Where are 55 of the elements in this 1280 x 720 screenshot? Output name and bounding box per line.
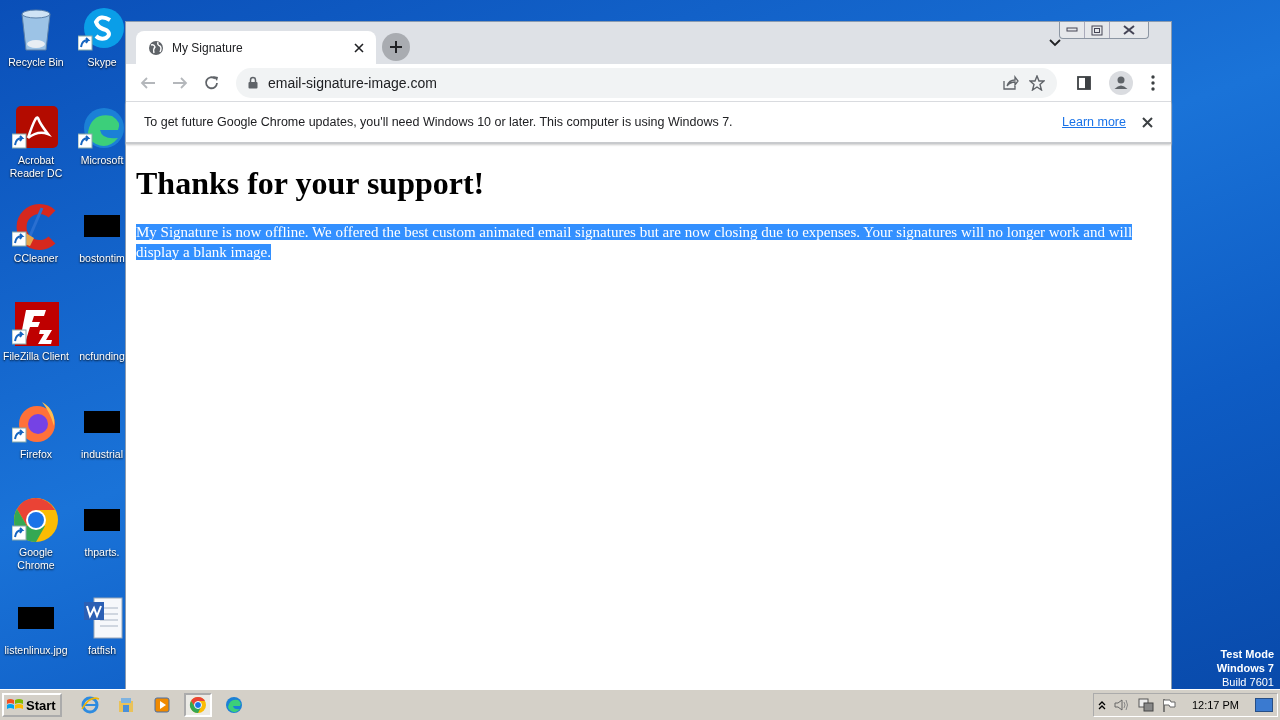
- menu-icon[interactable]: [1151, 74, 1155, 91]
- desktop-icon-label[interactable]: Recycle Bin: [8, 56, 64, 69]
- desktop-icon-label[interactable]: bostontim: [79, 252, 125, 265]
- redacted-thumbnail[interactable]: [18, 607, 54, 629]
- os-notice-text: Test Mode: [1220, 647, 1274, 661]
- profile-icon[interactable]: [1109, 70, 1133, 95]
- redacted-thumbnail[interactable]: [84, 215, 120, 237]
- pdf-app-icon[interactable]: [12, 104, 60, 152]
- desktop-icon-label[interactable]: Firefox: [19, 448, 53, 461]
- desktop-icon-label[interactable]: Google Chrome: [1, 546, 71, 572]
- chevron-down-icon[interactable]: [1049, 39, 1061, 47]
- chevron-up-icon[interactable]: [1097, 700, 1106, 710]
- desktop-icon-label[interactable]: thparts.: [84, 546, 120, 559]
- close-icon[interactable]: [354, 42, 364, 53]
- page-paragraph: My Signature is now offline. We offered the best custom animated email signatures but are now closing due to expenses. Your signatures will no longer work and will display a blank image.: [136, 223, 1134, 262]
- desktop-icon-label[interactable]: Acrobat Reader DC: [1, 154, 71, 180]
- browser-tab[interactable]: My Signature: [136, 31, 376, 64]
- restore-icon: [1091, 24, 1103, 36]
- desktop-icon-label[interactable]: fatfish: [88, 644, 116, 657]
- speaker-icon[interactable]: [1113, 698, 1130, 712]
- new-tab-button[interactable]: [382, 33, 410, 61]
- plus-icon: [389, 40, 403, 54]
- desktop-icon-label[interactable]: Microsoft: [80, 154, 124, 167]
- network-icon[interactable]: [1137, 697, 1154, 713]
- learn-more-link[interactable]: Learn more: [1062, 115, 1126, 129]
- desktop-icon-label[interactable]: Skype: [87, 56, 117, 69]
- chrome-icon[interactable]: [12, 496, 60, 544]
- redacted-thumbnail[interactable]: [84, 509, 120, 531]
- reload-icon: [204, 74, 220, 91]
- desktop-icon-label[interactable]: industrial: [81, 448, 123, 461]
- minimize-icon: [1066, 27, 1078, 33]
- flag-icon[interactable]: [1161, 697, 1176, 713]
- start-button[interactable]: Start: [2, 693, 62, 717]
- side-panel-icon[interactable]: [1077, 75, 1091, 90]
- address-bar[interactable]: email-signature-image.com: [236, 67, 1057, 98]
- taskbar-chrome-icon[interactable]: [183, 693, 212, 717]
- close-icon[interactable]: [1142, 116, 1153, 128]
- update-message: To get future Google Chrome updates, you'll need Windows 10 or later. This computer is using Windows 7.: [144, 115, 734, 129]
- back-arrow-icon: [140, 74, 156, 91]
- tab-title: My Signature: [172, 40, 244, 55]
- star-icon[interactable]: [1029, 74, 1045, 91]
- os-notice-text: Build 7601: [1222, 675, 1274, 689]
- os-notice-text: Windows 7: [1216, 661, 1274, 675]
- desktop-icon-label[interactable]: listenlinux.jpg: [4, 644, 68, 657]
- desktop-icon-label[interactable]: FileZilla Client: [3, 350, 69, 363]
- redacted-thumbnail[interactable]: [84, 411, 120, 433]
- desktop-icon-label[interactable]: CCleaner: [13, 252, 59, 265]
- close-icon: [1123, 25, 1135, 35]
- share-icon[interactable]: [1003, 75, 1019, 90]
- desktop-icon-label[interactable]: ncfunding: [79, 350, 125, 363]
- page-heading: Thanks for your support!: [136, 165, 486, 202]
- lock-icon: [248, 76, 258, 89]
- clock[interactable]: 12:17 PM: [1191, 699, 1239, 711]
- globe-icon: [148, 39, 164, 56]
- forward-arrow-icon: [172, 74, 188, 91]
